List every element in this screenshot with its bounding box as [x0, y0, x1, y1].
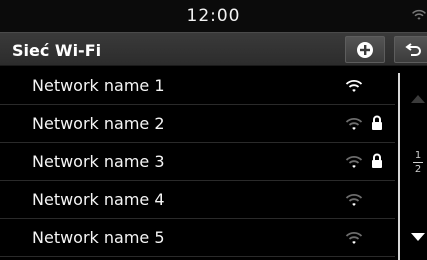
wifi-signal-icon — [345, 194, 363, 206]
wifi-signal-icon — [345, 118, 363, 130]
lock-icon — [372, 115, 382, 130]
page-title: Sieć Wi-Fi — [12, 41, 102, 60]
back-arrow-icon — [405, 42, 421, 56]
wifi-status-icon — [412, 9, 426, 20]
page-indicator: 1 2 — [411, 150, 425, 175]
scrollbar-track[interactable] — [398, 73, 400, 260]
total-pages: 2 — [414, 164, 422, 175]
wifi-signal-icon — [345, 232, 363, 244]
network-row[interactable]: Network name 5 — [0, 219, 395, 257]
status-bar: 12:00 — [0, 0, 427, 32]
wifi-signal-icon — [345, 80, 363, 92]
network-name: Network name 5 — [32, 228, 165, 247]
network-row[interactable]: Network name 1 — [0, 67, 395, 105]
add-network-button[interactable] — [345, 36, 385, 63]
network-row[interactable]: Network name 2 — [0, 105, 395, 143]
lock-icon — [372, 153, 382, 168]
scroll-down-arrow-icon[interactable] — [411, 233, 425, 241]
page-divider — [413, 162, 423, 163]
back-button[interactable] — [394, 36, 427, 63]
network-row[interactable]: Network name 3 — [0, 143, 395, 181]
network-name: Network name 3 — [32, 152, 165, 171]
network-list: Network name 1 Network name 2 Network na… — [0, 67, 395, 257]
clock: 12:00 — [186, 6, 241, 26]
current-page: 1 — [414, 150, 422, 161]
header-bar: Sieć Wi-Fi — [0, 32, 427, 66]
scrollbar[interactable]: 1 2 — [398, 73, 427, 260]
network-name: Network name 1 — [32, 76, 165, 95]
add-icon — [357, 41, 373, 58]
network-name: Network name 2 — [32, 114, 165, 133]
scroll-up-arrow-icon[interactable] — [411, 95, 425, 103]
network-name: Network name 4 — [32, 190, 165, 209]
network-row[interactable]: Network name 4 — [0, 181, 395, 219]
wifi-signal-icon — [345, 156, 363, 168]
